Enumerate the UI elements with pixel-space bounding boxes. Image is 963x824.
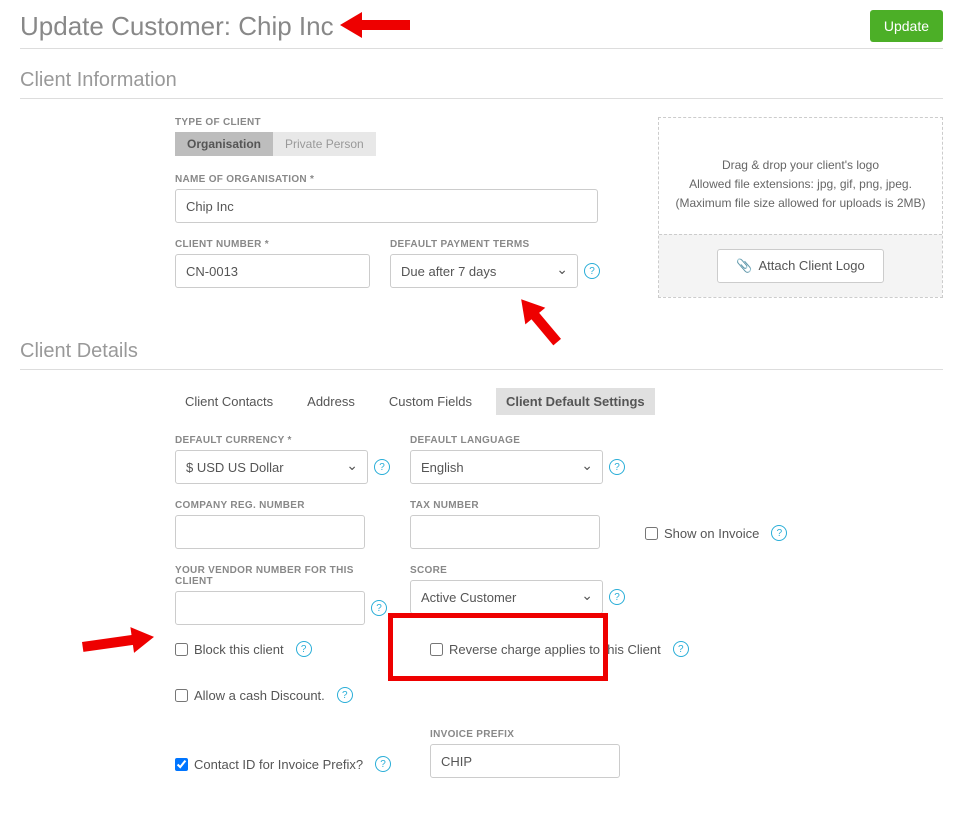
language-label: DEFAULT LANGUAGE [410, 435, 625, 446]
page-title: Update Customer: Chip Inc [20, 11, 334, 42]
tax-number-input[interactable] [410, 515, 600, 549]
company-reg-input[interactable] [175, 515, 365, 549]
logo-dropzone[interactable]: Drag & drop your client's logo Allowed f… [658, 117, 943, 298]
score-label: SCORE [410, 565, 625, 576]
help-icon[interactable]: ? [375, 756, 391, 772]
client-number-input[interactable] [175, 254, 370, 288]
tab-contacts[interactable]: Client Contacts [175, 388, 283, 415]
cash-discount-label: Allow a cash Discount. [194, 688, 325, 703]
block-client-label: Block this client [194, 642, 284, 657]
help-icon[interactable]: ? [584, 263, 600, 279]
show-on-invoice-checkbox[interactable] [645, 527, 658, 540]
help-icon[interactable]: ? [374, 459, 390, 475]
invoice-prefix-input[interactable] [430, 744, 620, 778]
help-icon[interactable]: ? [609, 589, 625, 605]
tab-custom-fields[interactable]: Custom Fields [379, 388, 482, 415]
attach-logo-button[interactable]: 📎Attach Client Logo [717, 249, 883, 283]
help-icon[interactable]: ? [609, 459, 625, 475]
logo-size-text: (Maximum file size allowed for uploads i… [675, 194, 926, 213]
update-button[interactable]: Update [870, 10, 943, 42]
vendor-number-label: YOUR VENDOR NUMBER FOR THIS CLIENT [175, 565, 390, 587]
block-client-checkbox[interactable] [175, 643, 188, 656]
payment-terms-label: DEFAULT PAYMENT TERMS [390, 239, 600, 250]
org-name-input[interactable] [175, 189, 598, 223]
tab-default-settings[interactable]: Client Default Settings [496, 388, 655, 415]
contact-id-prefix-checkbox[interactable] [175, 758, 188, 771]
company-reg-label: COMPANY REG. NUMBER [175, 500, 390, 511]
contact-id-prefix-label: Contact ID for Invoice Prefix? [194, 757, 363, 772]
currency-label: DEFAULT CURRENCY * [175, 435, 390, 446]
logo-drop-text: Drag & drop your client's logo [675, 156, 926, 175]
payment-terms-select[interactable]: Due after 7 days [390, 254, 578, 288]
type-private-button[interactable]: Private Person [273, 132, 376, 156]
tax-number-label: TAX NUMBER [410, 500, 625, 511]
type-organisation-button[interactable]: Organisation [175, 132, 273, 156]
paperclip-icon: 📎 [736, 258, 752, 273]
score-select[interactable]: Active Customer [410, 580, 603, 614]
client-number-label: CLIENT NUMBER * [175, 239, 370, 250]
help-icon[interactable]: ? [771, 525, 787, 541]
help-icon[interactable]: ? [673, 641, 689, 657]
invoice-prefix-label: INVOICE PREFIX [430, 729, 645, 740]
reverse-charge-checkbox[interactable] [430, 643, 443, 656]
help-icon[interactable]: ? [371, 600, 387, 616]
client-info-heading: Client Information [20, 69, 943, 99]
client-details-heading: Client Details [20, 340, 943, 370]
org-name-label: NAME OF ORGANISATION * [175, 174, 598, 185]
detail-tabs: Client Contacts Address Custom Fields Cl… [175, 388, 943, 415]
help-icon[interactable]: ? [337, 687, 353, 703]
logo-ext-text: Allowed file extensions: jpg, gif, png, … [675, 175, 926, 194]
tab-address[interactable]: Address [297, 388, 365, 415]
reverse-charge-label: Reverse charge applies to this Client [449, 642, 661, 657]
type-of-client-label: TYPE OF CLIENT [175, 117, 628, 128]
show-on-invoice-label: Show on Invoice [664, 526, 759, 541]
type-of-client-toggle: Organisation Private Person [175, 132, 628, 156]
help-icon[interactable]: ? [296, 641, 312, 657]
currency-select[interactable]: $ USD US Dollar [175, 450, 368, 484]
language-select[interactable]: English [410, 450, 603, 484]
vendor-number-input[interactable] [175, 591, 365, 625]
